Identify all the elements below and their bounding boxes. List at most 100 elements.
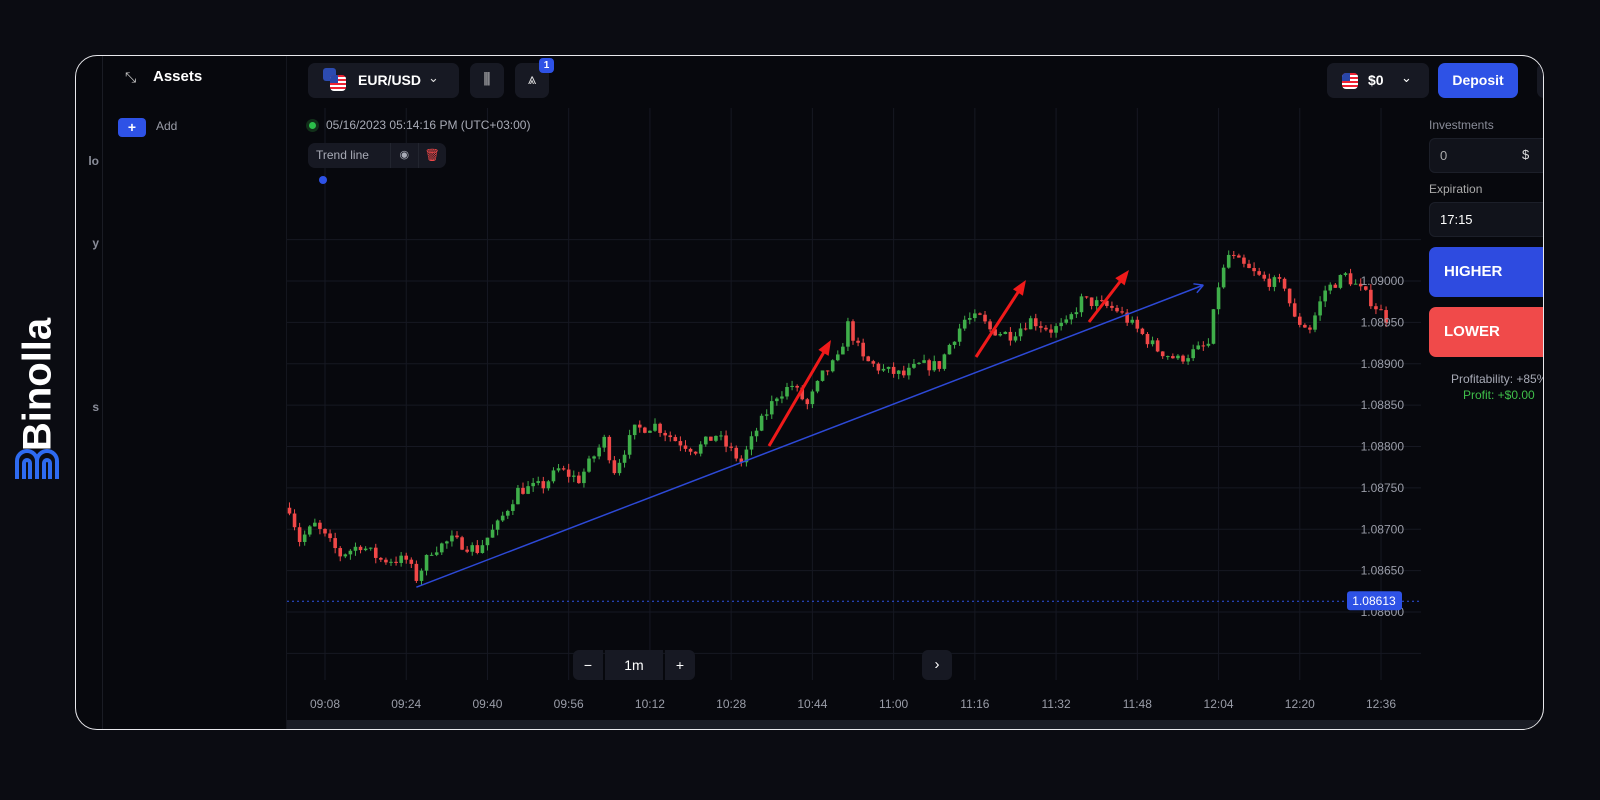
investment-input[interactable]: 0 $: [1429, 138, 1543, 173]
candle: [825, 370, 830, 372]
asset-selector[interactable]: EUR/USD ⌄: [308, 63, 459, 98]
candle: [658, 423, 662, 433]
chart-scrollbar[interactable]: [287, 720, 1543, 729]
timeframe-value[interactable]: 1m: [605, 650, 663, 680]
candle: [455, 535, 459, 538]
red-arrowhead: [818, 340, 831, 356]
trend-line-label[interactable]: Trend line: [308, 143, 392, 184]
candle: [343, 554, 348, 557]
candle: [1094, 300, 1099, 307]
candle: [805, 399, 810, 405]
candle: [302, 534, 307, 542]
candle: [1277, 277, 1282, 279]
candle: [1074, 312, 1079, 315]
candle: [1181, 355, 1185, 362]
trash-icon[interactable]: 🗑: [419, 143, 446, 168]
candle: [429, 554, 434, 556]
assets-panel: ⤡ Assets + Add: [103, 56, 287, 729]
candle: [962, 319, 967, 329]
candle: [947, 344, 952, 355]
candle: [1221, 267, 1226, 288]
candle: [1216, 287, 1221, 310]
nav-item[interactable]: lo: [88, 154, 99, 168]
trend-line-toolbar: Trend line ◉ 🗑: [308, 143, 446, 184]
trend-arrowhead: [1193, 283, 1204, 286]
candle: [663, 432, 667, 436]
candle: [861, 342, 865, 357]
candles: [287, 250, 1388, 586]
candle: [632, 424, 637, 436]
zoom-in-button[interactable]: +: [665, 650, 695, 680]
price-chart[interactable]: 09:08 09:24 09:40 09:56 10:12 10:28 10:44 11:00…: [287, 56, 1421, 730]
candle: [384, 559, 388, 563]
nav-item[interactable]: s: [92, 400, 99, 414]
candle: [531, 482, 535, 487]
drawings-count-badge: 1: [539, 58, 554, 73]
candle: [764, 414, 769, 416]
candle: [561, 468, 566, 470]
candle: [942, 354, 947, 369]
eye-icon[interactable]: ◉: [391, 143, 419, 168]
candle: [952, 341, 957, 345]
candle: [602, 436, 607, 448]
candle: [881, 368, 886, 371]
candle: [1165, 356, 1170, 358]
candle: [1196, 345, 1201, 350]
candle: [1186, 358, 1190, 362]
lower-button[interactable]: LOWER: [1429, 307, 1543, 357]
candle: [810, 391, 815, 405]
nav-item[interactable]: y: [92, 236, 99, 250]
x-tick-label: 11:48: [1123, 697, 1152, 711]
candle: [1343, 273, 1348, 275]
brand-name: Binolla: [15, 317, 60, 452]
add-asset-label[interactable]: Add: [156, 119, 177, 133]
x-tick-label: 11:00: [879, 697, 908, 711]
candle: [1049, 329, 1053, 333]
asset-pair: EUR/USD: [358, 72, 422, 88]
candle: [820, 370, 825, 381]
indicators-button[interactable]: ⫼: [470, 63, 504, 98]
candle: [891, 366, 896, 374]
candle: [1130, 319, 1135, 323]
zoom-out-button[interactable]: −: [573, 650, 603, 680]
y-tick-label: 1.08900: [1361, 357, 1405, 371]
candle: [648, 430, 652, 433]
candle: [485, 537, 490, 546]
candle: [637, 424, 642, 428]
candle: [536, 481, 541, 483]
candle: [851, 321, 855, 341]
candle: [835, 354, 840, 361]
candle: [475, 545, 480, 553]
candle: [363, 548, 368, 551]
candle: [1135, 319, 1140, 329]
candle: [759, 415, 764, 431]
collapse-icon[interactable]: ⤡: [125, 69, 136, 86]
profitability-text: Profitability: +85%: [1451, 372, 1544, 386]
candle: [1237, 255, 1241, 258]
candle: [683, 445, 688, 449]
candle: [1287, 288, 1292, 304]
account-selector[interactable]: $0 ⌄: [1327, 63, 1429, 98]
candle: [932, 361, 937, 371]
scroll-right-button[interactable]: ›: [922, 650, 952, 680]
candle: [688, 448, 693, 452]
expiration-input[interactable]: 17:15: [1429, 202, 1543, 237]
higher-button[interactable]: HIGHER: [1429, 247, 1543, 297]
color-dot-icon[interactable]: [319, 176, 327, 184]
candle: [785, 387, 789, 397]
candle: [1252, 268, 1256, 272]
candle: [1160, 351, 1165, 357]
candle: [419, 570, 424, 581]
candle: [1348, 273, 1353, 285]
x-tick-label: 12:04: [1204, 697, 1234, 711]
add-asset-button[interactable]: +: [118, 118, 146, 137]
candle: [790, 385, 794, 388]
live-indicator-icon: [309, 122, 316, 129]
candle: [866, 356, 871, 362]
candle: [358, 546, 363, 551]
candle: [1226, 254, 1231, 268]
candle: [460, 537, 464, 550]
candle: [333, 538, 337, 549]
candle: [409, 559, 414, 564]
candle: [1140, 328, 1145, 334]
